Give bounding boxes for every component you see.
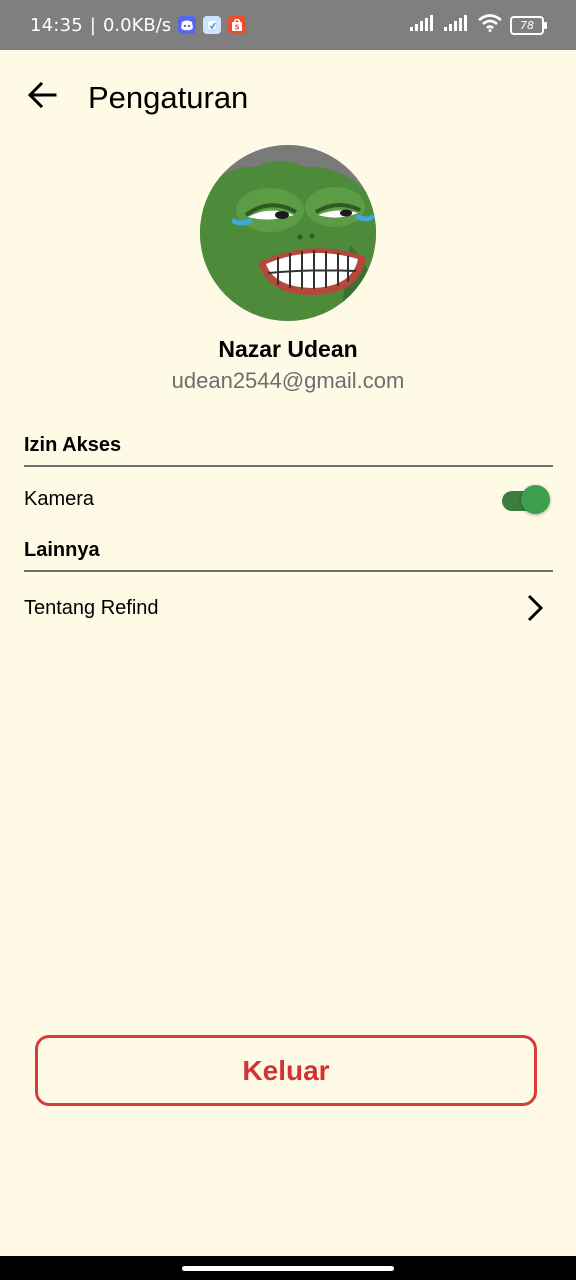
wifi-icon (478, 13, 502, 37)
logout-button[interactable]: Keluar (35, 1035, 537, 1106)
chevron-right-icon (525, 593, 545, 623)
app-icon (203, 16, 222, 34)
battery-icon: 78 (510, 15, 547, 35)
camera-toggle[interactable] (502, 482, 550, 516)
setting-row-about[interactable]: Tentang Refind (24, 588, 553, 628)
page-title: Pengaturan (88, 80, 249, 115)
setting-label: Tentang Refind (24, 596, 159, 619)
setting-row-camera[interactable]: Kamera (24, 479, 553, 519)
profile-email: udean2544@gmail.com (171, 368, 405, 393)
svg-text:S: S (235, 23, 240, 31)
section-header-permissions: Izin Akses (24, 434, 553, 467)
avatar (200, 145, 376, 321)
network-speed: 0.0KB/s (102, 14, 172, 36)
app-header: Pengaturan (0, 50, 576, 150)
setting-label: Kamera (24, 487, 95, 510)
status-time: 14:35 (30, 14, 83, 36)
status-separator: | (89, 14, 96, 36)
back-button[interactable] (22, 77, 62, 117)
home-gesture-handle[interactable] (182, 1266, 394, 1271)
navigation-bar (0, 1256, 576, 1280)
profile-name: Nazar Udean (218, 336, 358, 362)
signal-icon (410, 14, 436, 36)
section-header-others: Lainnya (24, 539, 553, 572)
discord-icon (178, 16, 197, 34)
arrow-left-icon (27, 81, 57, 113)
signal-icon (444, 14, 470, 36)
status-bar: 14:35 | 0.0KB/s S 78 (0, 0, 576, 50)
shopee-icon: S (228, 16, 247, 34)
toggle-thumb (521, 485, 550, 514)
